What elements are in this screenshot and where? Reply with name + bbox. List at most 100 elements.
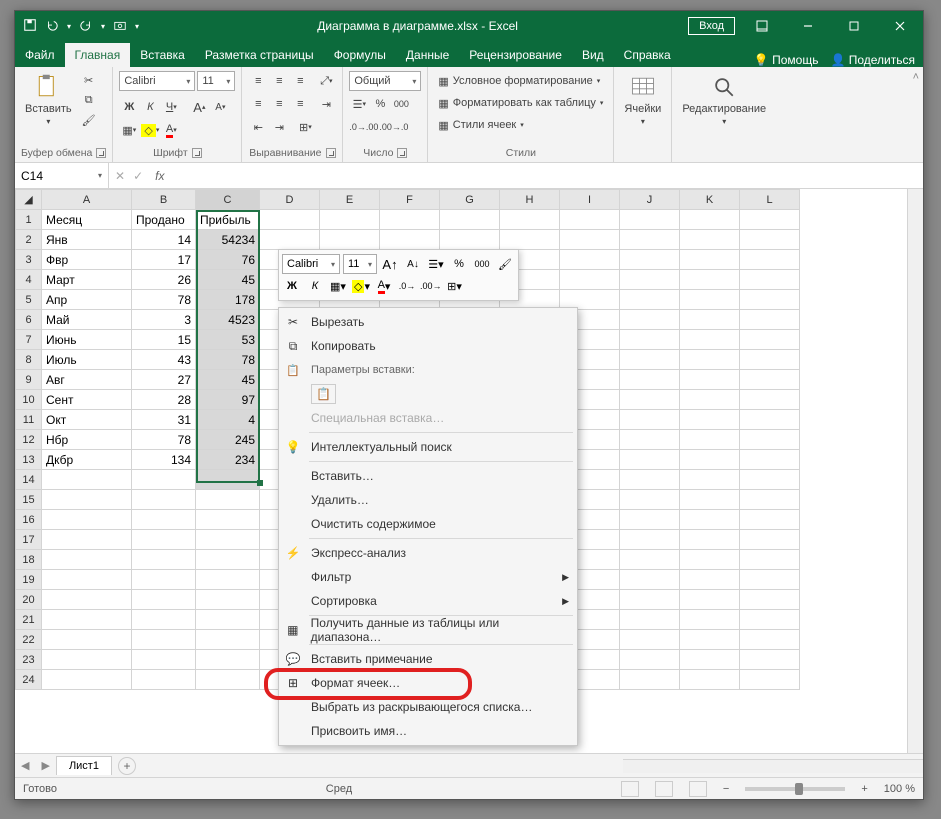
row-header[interactable]: 2	[16, 230, 42, 250]
ctx-get-data[interactable]: ▦Получить данные из таблицы или диапазон…	[279, 618, 577, 642]
cell[interactable]	[740, 510, 800, 530]
redo-icon[interactable]	[79, 18, 93, 35]
cell[interactable]: 53	[196, 330, 260, 350]
cell[interactable]: 178	[196, 290, 260, 310]
mini-comma-icon[interactable]: 000	[472, 254, 492, 274]
editing-button[interactable]: Редактирование ▾	[678, 71, 770, 128]
ctx-insert[interactable]: Вставить…	[279, 464, 577, 488]
cell[interactable]	[620, 210, 680, 230]
worksheet-grid[interactable]: ◢ A B C D E F G H I J K L 1 Месяц Продан…	[15, 189, 923, 753]
cell[interactable]: Фвр	[42, 250, 132, 270]
cell[interactable]: 245	[196, 430, 260, 450]
cell[interactable]	[740, 430, 800, 450]
cell[interactable]	[500, 210, 560, 230]
cell[interactable]	[740, 630, 800, 650]
cell[interactable]	[680, 650, 740, 670]
cell[interactable]	[680, 430, 740, 450]
cell[interactable]	[42, 530, 132, 550]
zoom-in-button[interactable]: +	[861, 783, 867, 795]
mini-fill-color-icon[interactable]: ◇▾	[351, 276, 371, 296]
cell[interactable]	[560, 230, 620, 250]
row-header[interactable]: 3	[16, 250, 42, 270]
cell[interactable]	[132, 550, 196, 570]
cell[interactable]	[740, 650, 800, 670]
fx-icon[interactable]: fx	[149, 169, 170, 183]
cell[interactable]	[740, 290, 800, 310]
col-header[interactable]: D	[260, 190, 320, 210]
cell[interactable]: 26	[132, 270, 196, 290]
cell[interactable]: 78	[196, 350, 260, 370]
paste-values-icon[interactable]: 📋	[311, 384, 336, 404]
cell[interactable]	[620, 230, 680, 250]
close-button[interactable]	[877, 11, 923, 41]
select-all-corner[interactable]: ◢	[16, 190, 42, 210]
align-left-icon[interactable]: ≡	[248, 94, 268, 114]
row-header[interactable]: 18	[16, 550, 42, 570]
row-header[interactable]: 14	[16, 470, 42, 490]
comma-format-icon[interactable]: 000	[391, 94, 411, 114]
cell[interactable]	[132, 610, 196, 630]
align-top-icon[interactable]: ≡	[248, 71, 268, 91]
fill-color-button[interactable]: ◇▾	[140, 120, 160, 140]
cell[interactable]	[196, 630, 260, 650]
cell[interactable]	[740, 250, 800, 270]
cut-icon[interactable]: ✂	[80, 71, 98, 89]
cell[interactable]: Апр	[42, 290, 132, 310]
cell[interactable]	[560, 270, 620, 290]
zoom-slider[interactable]	[745, 787, 845, 791]
row-header[interactable]: 6	[16, 310, 42, 330]
cell[interactable]	[680, 330, 740, 350]
cell[interactable]	[132, 490, 196, 510]
cell[interactable]	[42, 510, 132, 530]
cell[interactable]: Май	[42, 310, 132, 330]
cell[interactable]	[620, 410, 680, 430]
cell[interactable]	[42, 630, 132, 650]
cell[interactable]: Нбр	[42, 430, 132, 450]
ctx-clear-contents[interactable]: Очистить содержимое	[279, 512, 577, 536]
mini-size-combo[interactable]: 11▾	[343, 254, 377, 274]
col-header[interactable]: H	[500, 190, 560, 210]
cell[interactable]	[740, 490, 800, 510]
cell[interactable]	[42, 590, 132, 610]
mini-dec-decimal-icon[interactable]: .00→	[420, 276, 442, 296]
cell[interactable]	[680, 230, 740, 250]
fill-handle[interactable]	[257, 480, 263, 486]
undo-dropdown-icon[interactable]: ▾	[67, 22, 71, 31]
col-header[interactable]: J	[620, 190, 680, 210]
cell[interactable]	[440, 230, 500, 250]
cell[interactable]: 134	[132, 450, 196, 470]
cell[interactable]	[440, 210, 500, 230]
cell[interactable]	[620, 510, 680, 530]
mini-accounting-icon[interactable]: ☰▾	[426, 254, 446, 274]
ctx-define-name[interactable]: Присвоить имя…	[279, 719, 577, 743]
zoom-out-button[interactable]: −	[723, 783, 729, 795]
mini-font-color-icon[interactable]: A▾	[374, 276, 394, 296]
cell[interactable]	[680, 590, 740, 610]
row-header[interactable]: 7	[16, 330, 42, 350]
increase-font-icon[interactable]: A▴	[189, 97, 209, 117]
cell[interactable]	[680, 470, 740, 490]
cell[interactable]	[42, 650, 132, 670]
row-header[interactable]: 5	[16, 290, 42, 310]
cell[interactable]: 31	[132, 410, 196, 430]
cell[interactable]: 45	[196, 270, 260, 290]
format-as-table-button[interactable]: ▦Форматировать как таблицу▾	[434, 93, 607, 113]
col-header[interactable]: G	[440, 190, 500, 210]
ctx-pick-from-list[interactable]: Выбрать из раскрывающегося списка…	[279, 695, 577, 719]
mini-format-painter-icon[interactable]: 🖌	[495, 254, 515, 274]
copy-icon[interactable]: ⧉	[80, 91, 98, 109]
cell[interactable]: 27	[132, 370, 196, 390]
cell[interactable]	[620, 390, 680, 410]
cell[interactable]	[620, 550, 680, 570]
cell[interactable]	[196, 530, 260, 550]
increase-indent-icon[interactable]: ⇥	[269, 117, 289, 137]
sheet-tab[interactable]: Лист1	[56, 756, 112, 775]
tab-insert[interactable]: Вставка	[130, 43, 195, 67]
font-name-combo[interactable]: Calibri▾	[119, 71, 195, 91]
cell[interactable]	[680, 570, 740, 590]
cell[interactable]	[620, 650, 680, 670]
sheet-nav-next-icon[interactable]: ▶	[35, 759, 55, 772]
mini-font-combo[interactable]: Calibri▾	[282, 254, 340, 274]
cell[interactable]	[380, 230, 440, 250]
cell[interactable]	[42, 670, 132, 690]
